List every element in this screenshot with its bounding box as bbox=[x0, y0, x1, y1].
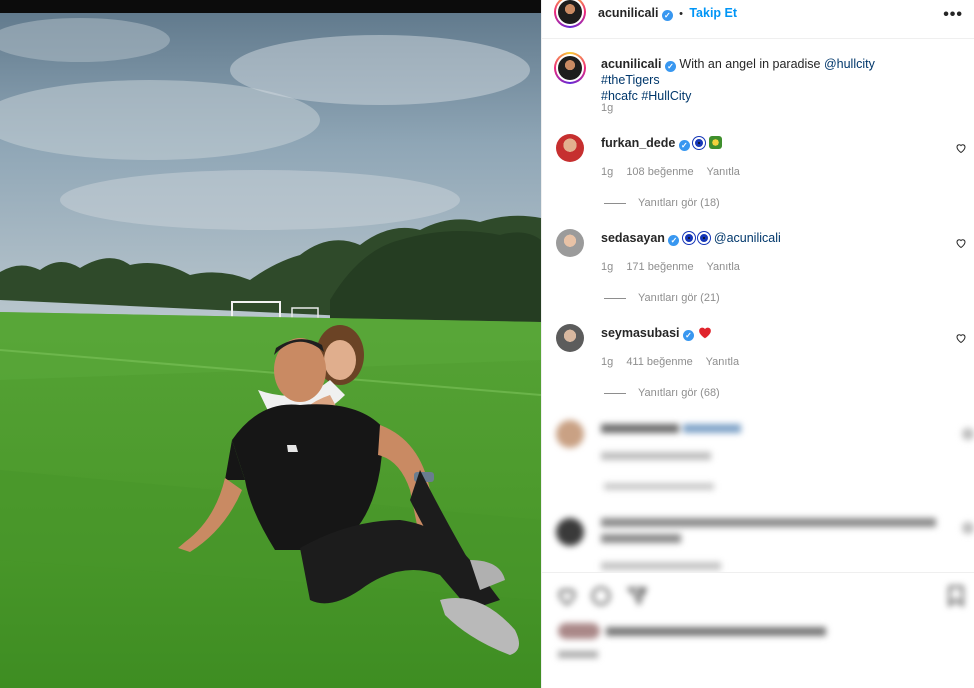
top-edge-bar bbox=[0, 0, 541, 13]
verified-badge-icon: ✓ bbox=[668, 235, 680, 246]
action-bar bbox=[542, 572, 974, 688]
blurred-username bbox=[601, 424, 679, 433]
post-detail-panel: acunilicali ✓ • Takip Et ••• acunilicali… bbox=[541, 0, 974, 688]
commenter-username[interactable]: furkan_dede bbox=[601, 136, 675, 150]
comment-icon[interactable] bbox=[590, 585, 612, 607]
view-replies-label: Yanıtları gör (18) bbox=[638, 197, 720, 209]
verified-badge-icon: ✓ bbox=[683, 330, 695, 341]
caption-time: 1g bbox=[601, 102, 614, 114]
author-avatar[interactable] bbox=[554, 0, 586, 28]
commenter-username[interactable]: seymasubasi bbox=[601, 326, 680, 340]
blurred-text bbox=[601, 534, 681, 543]
heart-icon[interactable] bbox=[955, 142, 967, 154]
view-replies-button[interactable]: Yanıtları gör (18) bbox=[604, 197, 720, 209]
like-icon[interactable] bbox=[556, 585, 578, 607]
comment-mention[interactable]: @acunilicali bbox=[714, 231, 781, 245]
reply-button[interactable]: Yanıtla bbox=[706, 166, 739, 178]
heart-icon[interactable] bbox=[955, 237, 967, 249]
comment-likes[interactable]: 411 beğenme bbox=[626, 356, 692, 368]
commenter-avatar bbox=[556, 518, 584, 546]
commenter-avatar bbox=[556, 420, 584, 448]
comment-time: 1g bbox=[601, 356, 614, 368]
red-heart-emoji-icon bbox=[698, 327, 711, 339]
nazar-emoji-icon bbox=[698, 232, 711, 244]
header-separator: • bbox=[679, 8, 683, 20]
verified-badge-icon: ✓ bbox=[661, 10, 673, 21]
caption-hashtag[interactable]: #HullCity bbox=[641, 89, 691, 103]
post-date bbox=[558, 651, 598, 658]
blurred-heart bbox=[962, 428, 974, 440]
caption-hashtag[interactable]: #hcafc bbox=[601, 89, 638, 103]
comment-time: 1g bbox=[601, 166, 614, 178]
blurred-text bbox=[601, 518, 936, 527]
share-icon[interactable] bbox=[626, 585, 648, 607]
header-divider bbox=[542, 38, 974, 39]
comment-time: 1g bbox=[601, 261, 614, 273]
blurred-replies bbox=[604, 483, 714, 490]
post-header: acunilicali ✓ • Takip Et ••• bbox=[542, 0, 974, 30]
caption-text: With an angel in paradise bbox=[679, 57, 821, 71]
flower-emoji-icon bbox=[708, 136, 722, 149]
blurred-meta bbox=[601, 452, 711, 460]
blurred-text bbox=[683, 424, 741, 433]
commenter-username[interactable]: sedasayan bbox=[601, 231, 665, 245]
comment-likes[interactable]: 108 beğenme bbox=[626, 166, 693, 178]
author-username[interactable]: acunilicali bbox=[598, 6, 658, 20]
view-replies-label: Yanıtları gör (68) bbox=[638, 387, 720, 399]
caption-avatar[interactable] bbox=[554, 52, 586, 84]
save-icon[interactable] bbox=[946, 585, 966, 607]
commenter-avatar[interactable] bbox=[556, 229, 584, 257]
view-replies-button[interactable]: Yanıtları gör (68) bbox=[604, 387, 720, 399]
commenter-avatar[interactable] bbox=[556, 134, 584, 162]
caption-mention[interactable]: @hullcity bbox=[824, 57, 875, 71]
reply-button[interactable]: Yanıtla bbox=[706, 356, 739, 368]
blurred-meta bbox=[601, 562, 721, 570]
nazar-emoji-icon bbox=[693, 137, 706, 149]
liked-by-text bbox=[606, 627, 826, 636]
post-caption: acunilicali ✓ With an angel in paradise … bbox=[601, 56, 931, 104]
view-replies-button[interactable]: Yanıtları gör (21) bbox=[604, 292, 720, 304]
more-options-icon[interactable]: ••• bbox=[943, 6, 963, 24]
follow-button[interactable]: Takip Et bbox=[689, 6, 737, 20]
blurred-heart bbox=[962, 522, 974, 534]
verified-badge-icon: ✓ bbox=[664, 61, 676, 72]
photo-scene bbox=[0, 0, 541, 688]
nazar-emoji-icon bbox=[682, 232, 695, 244]
view-replies-label: Yanıtları gör (21) bbox=[638, 292, 720, 304]
caption-username[interactable]: acunilicali bbox=[601, 57, 661, 71]
comment-likes[interactable]: 171 beğenme bbox=[626, 261, 693, 273]
heart-icon[interactable] bbox=[955, 332, 967, 344]
reply-button[interactable]: Yanıtla bbox=[706, 261, 739, 273]
verified-badge-icon: ✓ bbox=[678, 140, 690, 151]
post-photo[interactable] bbox=[0, 0, 541, 688]
commenter-avatar[interactable] bbox=[556, 324, 584, 352]
caption-hashtag[interactable]: #theTigers bbox=[601, 73, 660, 87]
liked-by-avatars bbox=[558, 623, 600, 639]
